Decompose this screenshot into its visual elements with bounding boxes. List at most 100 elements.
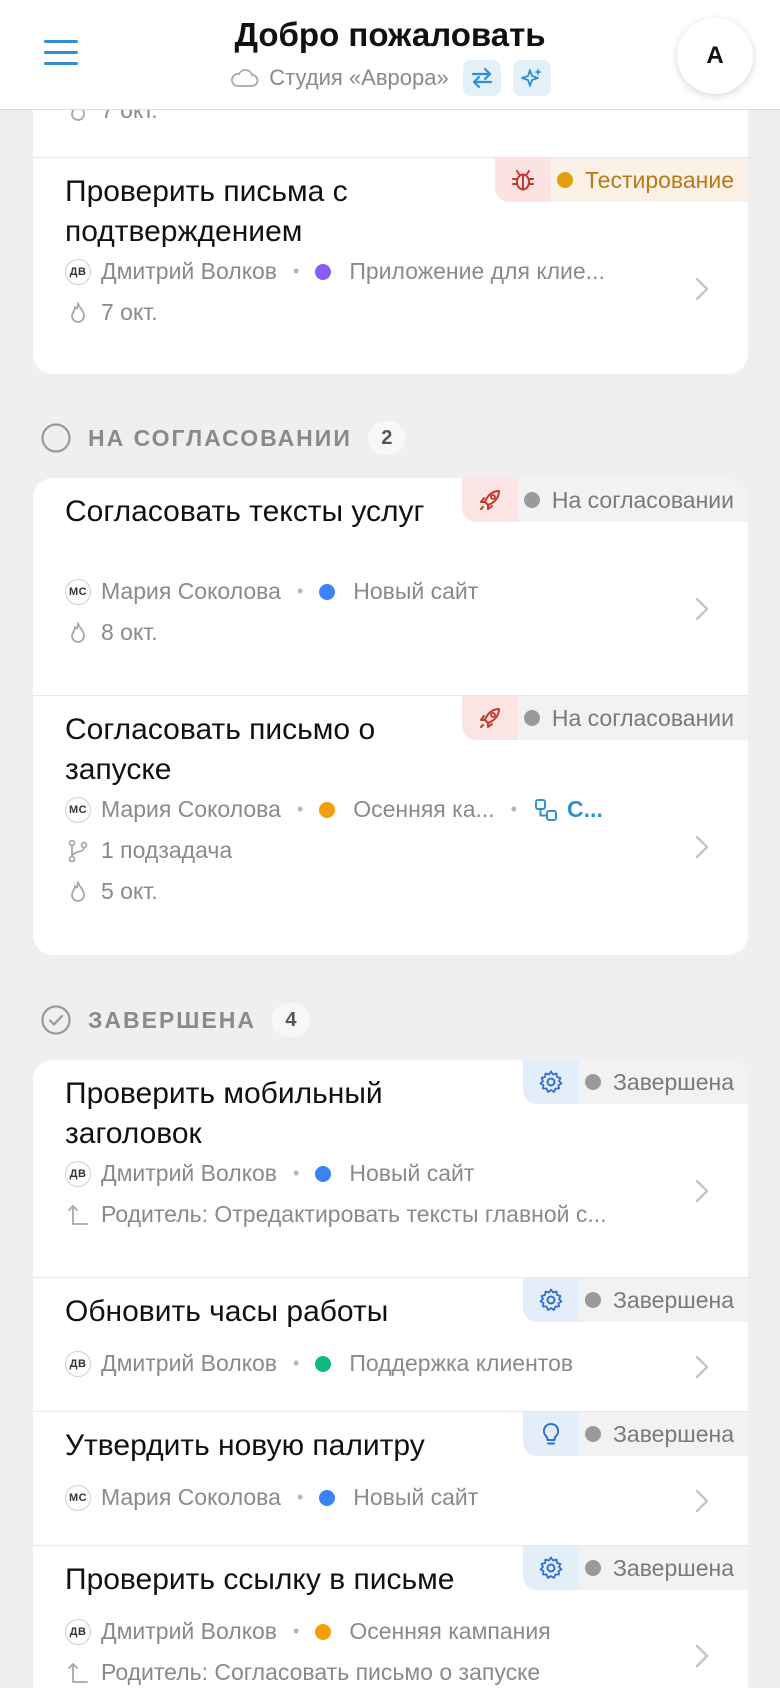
parent-task-link[interactable]: Родитель: Согласовать письмо о запуске	[101, 1659, 540, 1686]
project-color-dot	[315, 1355, 332, 1372]
gear-icon	[539, 1070, 563, 1093]
assignee-name: Дмитрий Волков	[101, 1160, 278, 1186]
task-card-group: Завершена Проверить мобильный заголовок …	[33, 1060, 748, 1688]
task-title: Утвердить новую палитру	[65, 1429, 425, 1462]
assignee-avatar: МС	[65, 796, 91, 823]
flame-icon	[71, 301, 85, 323]
status-dot	[556, 172, 573, 188]
status-label: Завершена	[613, 1420, 734, 1447]
assignee-avatar: ДВ	[65, 1160, 91, 1187]
bug-icon	[511, 170, 534, 191]
status-label: Тестирование	[584, 166, 734, 193]
chevron-right-icon	[695, 1179, 709, 1203]
status-label: Завершена	[613, 1068, 734, 1095]
status-dot	[585, 1560, 602, 1576]
section-header-done[interactable]: ЗАВЕРШЕНА 4	[40, 1003, 310, 1037]
flame-icon	[71, 880, 85, 902]
status-badge: На согласовании	[461, 478, 748, 522]
chevron-right-icon	[695, 277, 709, 301]
rocket-icon	[479, 708, 500, 728]
app-header: Добро пожаловать Студия «Аврора» A	[0, 0, 780, 110]
due-date: 5 окт.	[101, 878, 158, 904]
task-title: Согласовать письмо о запуске	[65, 713, 376, 786]
chevron-right-icon	[695, 835, 709, 859]
flame-icon	[71, 621, 85, 643]
due-date: 7 окт.	[101, 299, 158, 325]
status-badge: Завершена	[523, 1278, 748, 1322]
assignee-name: Дмитрий Волков	[101, 1618, 278, 1644]
project-color-dot	[315, 1165, 332, 1182]
assignee-name: Мария Соколова	[101, 796, 281, 822]
project-name: Новый сайт	[349, 1160, 475, 1186]
chevron-right-icon	[695, 1355, 709, 1379]
assignee-avatar: ДВ	[65, 1350, 91, 1377]
task-title: Проверить ссылку в письме	[65, 1563, 455, 1596]
assignee-name: Дмитрий Волков	[101, 258, 278, 284]
section-title: ЗАВЕРШЕНА	[88, 1006, 256, 1033]
sparkle-icon	[520, 68, 542, 87]
task-title: Проверить мобильный заголовок	[65, 1077, 383, 1150]
assignee-avatar: МС	[65, 1484, 91, 1511]
project-color-dot	[319, 801, 336, 818]
task-row[interactable]: Завершена Проверить мобильный заголовок …	[33, 1060, 748, 1277]
parent-task-link[interactable]: Родитель: Отредактировать тексты главной…	[101, 1201, 607, 1228]
section-title: НА СОГЛАСОВАНИИ	[88, 424, 352, 451]
task-row[interactable]: На согласовании Согласовать тексты услуг…	[33, 478, 748, 695]
project-name: Новый сайт	[353, 1484, 479, 1510]
chevron-right-icon	[695, 1644, 709, 1668]
status-badge: Завершена	[523, 1412, 748, 1456]
status-badge: На согласовании	[461, 696, 748, 740]
assignee-avatar: МС	[65, 578, 91, 605]
linked-item-link[interactable]: С...	[567, 796, 603, 823]
status-dot	[585, 1074, 602, 1090]
parent-arrow-icon	[68, 1662, 88, 1683]
workspace-selector[interactable]: Студия «Аврора»	[0, 60, 780, 96]
chevron-right-icon	[695, 1489, 709, 1513]
page-title: Добро пожаловать	[234, 16, 546, 53]
status-dot	[585, 1426, 602, 1442]
project-name: Новый сайт	[353, 578, 479, 604]
status-badge: Завершена	[523, 1060, 748, 1104]
status-dot	[523, 492, 540, 508]
assignee-name: Мария Соколова	[101, 578, 281, 604]
task-row[interactable]: Завершена Проверить ссылку в письме ДВ Д…	[33, 1545, 748, 1688]
workspace-name: Студия «Аврора»	[269, 65, 449, 90]
linked-item-icon	[534, 798, 557, 821]
status-badge: Завершена	[523, 1546, 748, 1590]
cloud-icon	[231, 69, 259, 87]
project-color-dot	[315, 263, 332, 280]
check-circle-icon	[41, 1005, 71, 1035]
project-color-dot	[315, 1623, 332, 1640]
project-name: Осенняя кампания	[349, 1618, 551, 1644]
assignee-avatar: ДВ	[65, 1618, 91, 1645]
task-row[interactable]: Завершена Обновить часы работы ДВ Дмитри…	[33, 1277, 748, 1411]
chevron-right-icon	[695, 597, 709, 621]
ai-assistant-button[interactable]	[512, 60, 551, 96]
task-row[interactable]: Завершена Утвердить новую палитру МС Мар…	[33, 1411, 748, 1545]
lightbulb-icon	[542, 1422, 560, 1445]
project-name: Осенняя ка...	[353, 796, 495, 822]
task-row[interactable]: Тестирование Проверить письма с подтверж…	[33, 157, 748, 374]
task-title: Обновить часы работы	[65, 1295, 389, 1328]
switch-workspace-button[interactable]	[462, 60, 501, 96]
subtask-branch-icon	[68, 839, 88, 862]
user-avatar-button[interactable]: A	[677, 18, 753, 94]
subtask-count: 1 подзадача	[101, 837, 233, 863]
rocket-icon	[479, 490, 500, 510]
status-label: На согласовании	[551, 704, 734, 731]
task-row[interactable]: На согласовании Согласовать письмо о зап…	[33, 695, 748, 955]
gear-icon	[539, 1288, 563, 1311]
assignee-name: Дмитрий Волков	[101, 1350, 278, 1376]
section-header-review[interactable]: НА СОГЛАСОВАНИИ 2	[40, 421, 406, 455]
task-card-group: На согласовании Согласовать тексты услуг…	[33, 478, 748, 955]
circle-outline-icon	[41, 423, 71, 453]
status-label: Завершена	[613, 1286, 734, 1313]
assignee-name: Мария Соколова	[101, 1484, 281, 1510]
task-title: Проверить письма с подтверждением	[65, 175, 348, 248]
section-count-badge: 2	[367, 421, 406, 455]
project-color-dot	[319, 1489, 336, 1506]
task-title: Согласовать тексты услуг	[65, 495, 425, 528]
gear-icon	[539, 1556, 563, 1579]
status-badge: Тестирование	[494, 158, 748, 202]
due-date: 8 окт.	[101, 619, 158, 645]
